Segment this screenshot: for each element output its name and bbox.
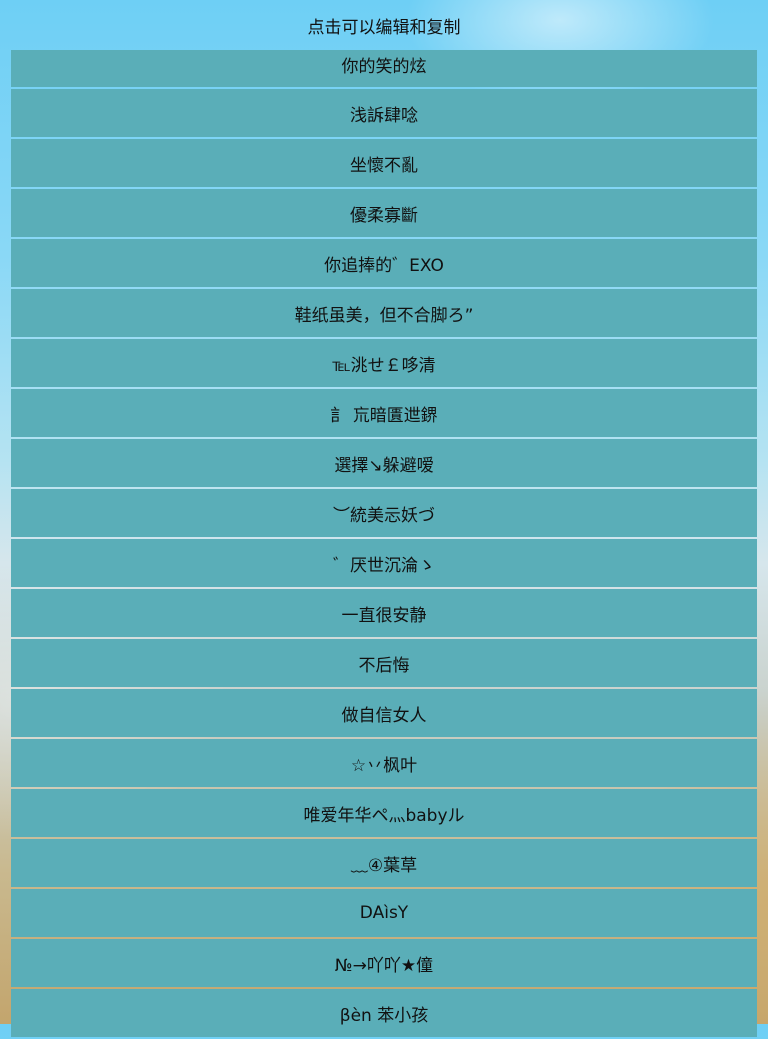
list-item[interactable]: ﹏④葉草 <box>11 839 757 887</box>
list-item-text: №→吖吖★僮 <box>334 955 434 976</box>
list-item[interactable]: 鞋纸虽美，但不合脚ろ” <box>11 289 757 337</box>
list-item-text: ︶統美忈妖づ <box>333 505 435 526</box>
list-item-text: 優柔寡斷 <box>350 205 418 226</box>
list-item-text: DAìsY <box>359 903 409 923</box>
list-item[interactable]: ゛厌世沉淪ゝ <box>11 539 757 587</box>
list-item-text: 鞋纸虽美，但不合脚ろ” <box>294 305 474 326</box>
list-item[interactable]: 唯爱年华ペ灬babyル <box>11 789 757 837</box>
list-item-text: 訁 巟暗匱迣鎅 <box>330 405 438 426</box>
list-item[interactable]: 你追捧的゛EXO <box>11 239 757 287</box>
list-item-text: 不后悔 <box>358 655 410 676</box>
list-item[interactable]: βèn 苯小孩 <box>11 989 757 1037</box>
list-item-text: 你的笑的炫 <box>341 57 427 77</box>
list-item[interactable]: ☆丷枫叶 <box>11 739 757 787</box>
nickname-list: 你的笑的炫 浅訴肆唸 坐懷不亂 優柔寡斷 你追捧的゛EXO 鞋纸虽美，但不合脚ろ… <box>11 50 757 1039</box>
list-item-text: ゛厌世沉淪ゝ <box>333 555 435 576</box>
list-item-text: ℡洮せ￡哆清 <box>332 355 436 376</box>
list-item-text: ﹏④葉草 <box>350 855 418 876</box>
list-item-text: βèn 苯小孩 <box>339 1005 429 1026</box>
list-item-text: 選擇↘躲避嗳 <box>334 455 434 476</box>
list-item[interactable]: ℡洮せ￡哆清 <box>11 339 757 387</box>
list-item-text: ☆丷枫叶 <box>350 755 418 776</box>
list-item[interactable]: 優柔寡斷 <box>11 189 757 237</box>
list-item-text: 坐懷不亂 <box>350 155 418 176</box>
list-item[interactable]: №→吖吖★僮 <box>11 939 757 987</box>
list-item[interactable]: ︶統美忈妖づ <box>11 489 757 537</box>
list-item[interactable]: 浅訴肆唸 <box>11 89 757 137</box>
page-title-text: 点击可以编辑和复制 <box>307 17 461 38</box>
list-item[interactable]: 訁 巟暗匱迣鎅 <box>11 389 757 437</box>
list-item-text: 做自信女人 <box>341 705 427 726</box>
list-item-text: 唯爱年华ペ灬babyル <box>303 805 465 826</box>
page-title: 点击可以编辑和复制 <box>0 0 768 50</box>
list-item[interactable]: 做自信女人 <box>11 689 757 737</box>
list-item[interactable]: 一直很安静 <box>11 589 757 637</box>
list-item[interactable]: 選擇↘躲避嗳 <box>11 439 757 487</box>
list-item-text: 你追捧的゛EXO <box>324 255 444 276</box>
list-item[interactable]: 你的笑的炫 <box>11 50 757 87</box>
list-item[interactable]: 不后悔 <box>11 639 757 687</box>
list-item-text: 一直很安静 <box>341 605 427 626</box>
list-item-text: 浅訴肆唸 <box>350 105 418 126</box>
list-item[interactable]: 坐懷不亂 <box>11 139 757 187</box>
list-item[interactable]: DAìsY <box>11 889 757 937</box>
